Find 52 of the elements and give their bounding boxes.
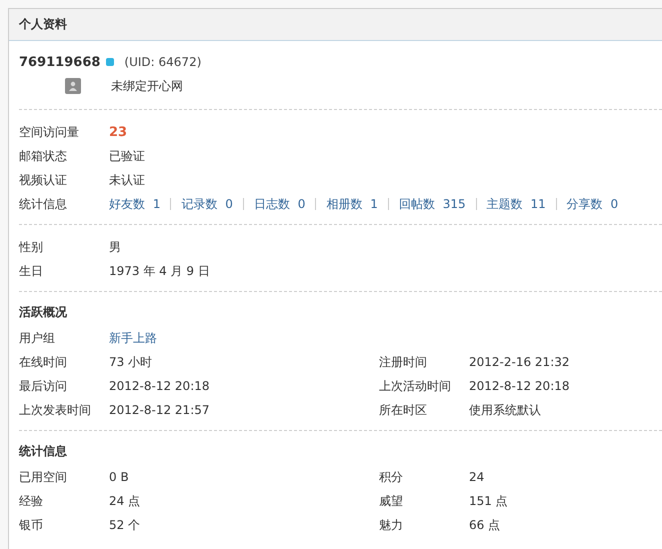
- field-label: 经验: [19, 492, 44, 510]
- field-label: 在线时间: [19, 354, 68, 370]
- field-value: 66 点: [469, 516, 502, 534]
- field-value: 52 个: [109, 516, 142, 534]
- field-label: 最后访问: [19, 378, 68, 394]
- field-label: 已用空间: [19, 468, 68, 486]
- field-value: 73 小时: [109, 354, 154, 370]
- panel-title: 个人资料: [19, 16, 67, 33]
- kaixin-status: 未绑定开心网: [111, 78, 183, 94]
- username: 769119668: [19, 54, 100, 70]
- field-label: 上次发表时间: [19, 402, 92, 418]
- stat-link[interactable]: 回帖数 315: [388, 198, 476, 210]
- field-value: 2012-8-12 20:18: [469, 379, 570, 393]
- user-icon: [65, 78, 81, 94]
- field-label: 上次活动时间: [379, 378, 452, 394]
- field-label: 银币: [19, 516, 44, 534]
- field-label: 空间访问量: [19, 124, 80, 140]
- field-label: 邮箱状态: [19, 148, 68, 164]
- uid-text: (UID: 64672): [124, 55, 202, 69]
- field-label: 所在时区: [379, 402, 428, 418]
- field-value: 151 点: [469, 492, 509, 510]
- section-heading: 活跃概况: [19, 304, 68, 320]
- field-label: 用户组: [19, 330, 56, 346]
- field-value: 24 点: [109, 492, 142, 510]
- field-label: 视频认证: [19, 172, 68, 188]
- field-value: 2012-2-16 21:32: [469, 355, 570, 369]
- stat-link[interactable]: 好友数 1: [109, 198, 170, 210]
- field-value: 已验证: [109, 148, 146, 164]
- visit-count: 23: [109, 124, 128, 140]
- field-value: 使用系统默认: [469, 402, 542, 418]
- stat-link[interactable]: 日志数 0: [242, 198, 316, 210]
- field-value: 男: [109, 238, 122, 256]
- field-value: 24: [469, 470, 486, 484]
- stat-link[interactable]: 分享数 0: [556, 198, 628, 210]
- stat-link[interactable]: 相册数 1: [315, 198, 388, 210]
- field-label: 注册时间: [379, 354, 428, 370]
- field-label: 统计信息: [19, 196, 68, 212]
- field-value: 0 B: [109, 470, 130, 484]
- stat-link[interactable]: 记录数 0: [170, 198, 243, 210]
- field-value: 1973 年 4 月 9 日: [109, 262, 211, 280]
- status-icon: [106, 58, 114, 66]
- section-heading: 统计信息: [19, 442, 68, 460]
- field-label: 威望: [379, 492, 404, 510]
- field-label: 生日: [19, 262, 44, 280]
- field-value: 未认证: [109, 172, 146, 188]
- field-label: 性别: [19, 238, 44, 256]
- stat-link[interactable]: 主题数 11: [476, 198, 556, 210]
- field-label: 积分: [379, 468, 404, 486]
- field-label: 魅力: [379, 516, 404, 534]
- field-value: 2012-8-12 21:57: [109, 403, 210, 417]
- user-group-link[interactable]: 新手上路: [109, 330, 379, 346]
- field-value: 2012-8-12 20:18: [109, 379, 210, 393]
